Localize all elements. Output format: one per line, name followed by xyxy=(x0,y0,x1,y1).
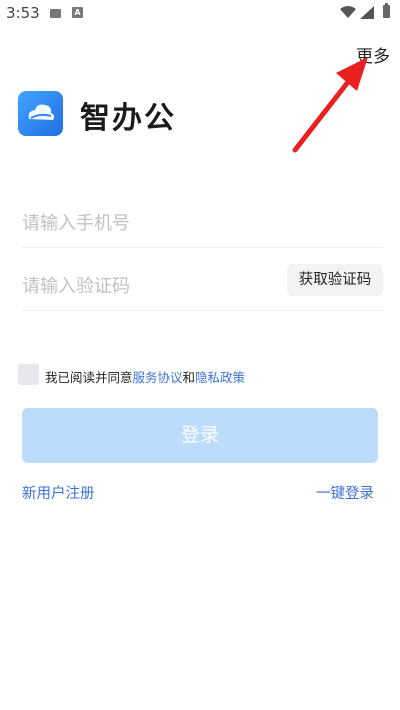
agreement-and: 和 xyxy=(182,370,196,385)
service-agreement-link[interactable]: 服务协议 xyxy=(133,370,183,385)
verification-code-input[interactable] xyxy=(22,276,262,297)
get-code-button[interactable]: 获取验证码 xyxy=(287,264,383,296)
cloud-logo-icon xyxy=(28,104,55,120)
app-logo xyxy=(18,91,63,136)
one-key-login-link[interactable]: 一键登录 xyxy=(316,482,374,503)
app-name: 智办公 xyxy=(80,101,176,136)
phone-field xyxy=(22,205,382,248)
code-field: 获取验证码 xyxy=(22,264,383,311)
login-button[interactable]: 登录 xyxy=(22,408,378,463)
agreement-checkbox[interactable] xyxy=(18,364,39,385)
agreement-text: 我已阅读并同意服务协议和隐私政策 xyxy=(45,367,245,386)
register-link[interactable]: 新用户注册 xyxy=(22,482,95,503)
privacy-policy-link[interactable]: 隐私政策 xyxy=(195,370,245,385)
phone-input[interactable] xyxy=(22,213,262,234)
agreement-prefix: 我已阅读并同意 xyxy=(45,370,133,385)
